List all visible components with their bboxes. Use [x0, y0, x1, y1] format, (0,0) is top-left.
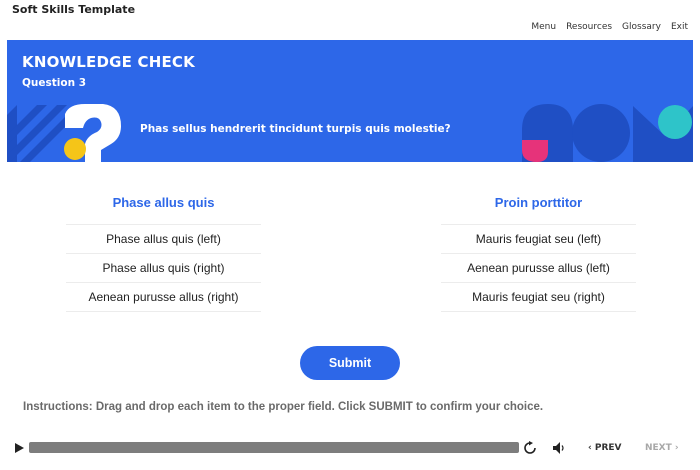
glossary-link[interactable]: Glossary — [622, 22, 661, 32]
drag-item[interactable]: Aenean purusse allus (right) — [66, 283, 261, 312]
next-label: NEXT — [645, 443, 672, 453]
menu-link[interactable]: Menu — [531, 22, 556, 32]
top-nav: Menu Resources Glossary Exit — [531, 22, 688, 32]
chevron-right-icon: › — [674, 443, 679, 453]
seek-bar[interactable] — [29, 442, 519, 453]
stripes-graphic — [7, 105, 70, 162]
drag-item[interactable]: Mauris feugiat seu (left) — [441, 225, 636, 254]
drag-item[interactable]: Mauris feugiat seu (right) — [441, 283, 636, 312]
drag-item[interactable]: Aenean purusse allus (left) — [441, 254, 636, 283]
question-text: Phas sellus hendrerit tincidunt turpis q… — [140, 123, 451, 135]
prev-button[interactable]: ‹ PREV — [588, 443, 622, 453]
drag-item[interactable]: Phase allus quis (right) — [66, 254, 261, 283]
submit-button[interactable]: Submit — [300, 346, 400, 380]
left-column-header: Phase allus quis — [66, 195, 261, 225]
right-column-header: Proin porttitor — [441, 195, 636, 225]
banner-heading: KNOWLEDGE CHECK — [22, 53, 195, 71]
next-button[interactable]: NEXT › — [645, 443, 679, 453]
prev-label: PREV — [594, 443, 622, 453]
app-title: Soft Skills Template — [12, 3, 136, 16]
exit-link[interactable]: Exit — [671, 22, 688, 32]
right-column: Proin porttitor Mauris feugiat seu (left… — [441, 195, 636, 312]
play-icon[interactable] — [15, 443, 24, 453]
question-banner: KNOWLEDGE CHECK Question 3 Phas sellus h… — [7, 40, 693, 162]
chevron-left-icon: ‹ — [588, 443, 592, 453]
replay-icon[interactable] — [523, 441, 537, 455]
drag-item[interactable]: Phase allus quis (left) — [66, 225, 261, 254]
geometric-shapes-graphic — [522, 104, 693, 162]
player-controls: ‹ PREV NEXT › — [0, 436, 700, 460]
question-mark-graphic — [64, 104, 121, 162]
left-column: Phase allus quis Phase allus quis (left)… — [66, 195, 261, 312]
instructions-text: Instructions: Drag and drop each item to… — [23, 401, 544, 413]
volume-icon[interactable] — [553, 442, 566, 454]
question-number: Question 3 — [22, 77, 87, 89]
resources-link[interactable]: Resources — [566, 22, 612, 32]
